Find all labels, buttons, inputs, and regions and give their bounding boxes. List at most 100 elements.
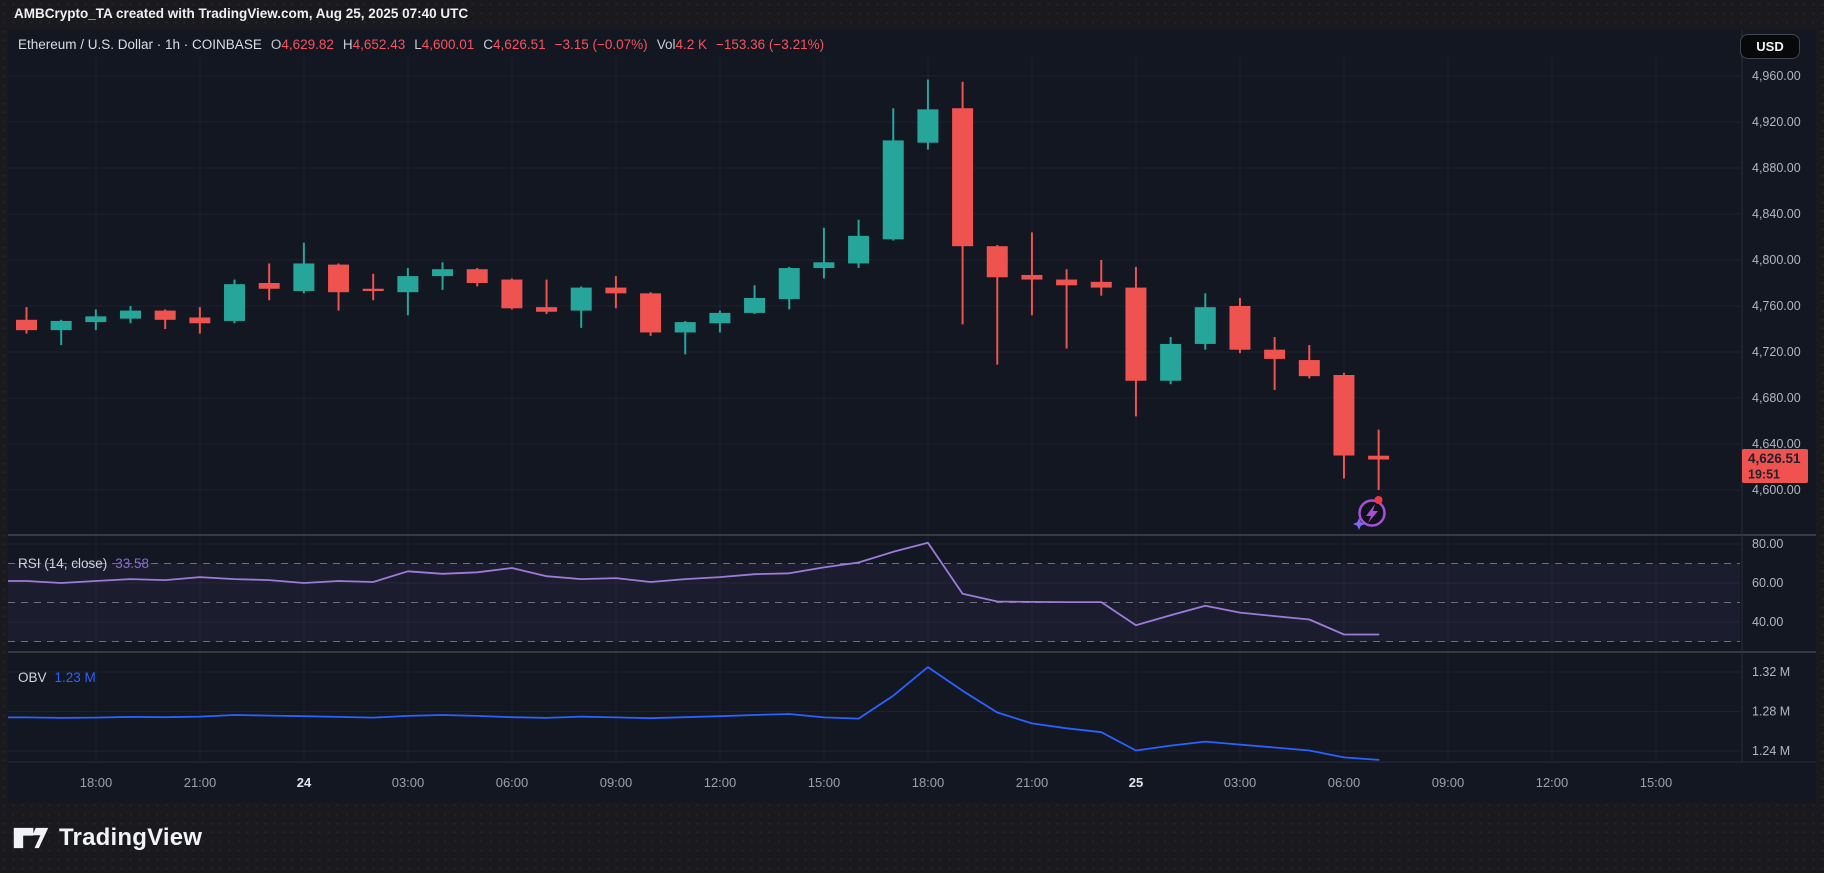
candle-body [813,262,834,268]
chart-frame: 4,960.00 4,920.00 4,880.00 4,840.00 4,800.00… [8,30,1816,802]
candle-body [675,322,696,332]
svg-text:03:00: 03:00 [392,775,425,790]
candle-body [917,109,938,142]
watermark-title: AMBCrypto_TA created with TradingView.co… [0,0,1824,28]
ohlc-open: O4,629.82 [271,37,334,52]
svg-text:RSI (14, close)33.58: RSI (14, close)33.58 [18,556,149,571]
chart-canvas[interactable]: 4,960.00 4,920.00 4,880.00 4,840.00 4,800.00… [8,30,1816,802]
candle-body [467,269,488,283]
candle-body [501,280,522,309]
grid-lines [8,58,1740,762]
svg-text:15:00: 15:00 [1640,775,1673,790]
svg-text:4,880.00: 4,880.00 [1752,161,1801,175]
svg-text:06:00: 06:00 [1328,775,1361,790]
tradingview-logo-text[interactable]: TradingView [59,824,202,852]
svg-text:1.32 M: 1.32 M [1752,665,1790,679]
svg-text:4,680.00: 4,680.00 [1752,391,1801,405]
candle-body [779,268,800,299]
candle-body [709,313,730,323]
svg-text:4,720.00: 4,720.00 [1752,345,1801,359]
candle-body [16,320,37,330]
candle-body [1229,306,1250,350]
svg-text:1.28 M: 1.28 M [1752,705,1790,719]
svg-text:4,960.00: 4,960.00 [1752,69,1801,83]
svg-text:21:00: 21:00 [184,775,217,790]
svg-text:4,626.51: 4,626.51 [1748,451,1801,466]
svg-text:4,760.00: 4,760.00 [1752,299,1801,313]
candle-body [1195,307,1216,344]
svg-text:15:00: 15:00 [808,775,841,790]
svg-text:24: 24 [297,775,312,790]
symbol-title[interactable]: Ethereum / U.S. Dollar · 1h · COINBASE [18,37,262,52]
candle-body [363,289,384,291]
candle-body [1091,282,1112,288]
candle-body [293,263,314,291]
candle-body [85,316,106,322]
candle-body [952,108,973,246]
svg-text:80.00: 80.00 [1752,537,1783,551]
tradingview-logo-icon [13,824,49,852]
candle-body [120,311,141,319]
volume: Vol4.2 K [657,37,707,52]
svg-text:4,800.00: 4,800.00 [1752,253,1801,267]
svg-text:12:00: 12:00 [704,775,737,790]
candle-body [536,307,557,312]
currency-toggle-button[interactable]: USD [1740,34,1800,59]
candle-body [1368,456,1389,460]
price-change: −3.15 (−0.07%) [555,37,648,52]
svg-text:09:00: 09:00 [1432,775,1465,790]
candle-body [1125,288,1146,381]
svg-text:09:00: 09:00 [600,775,633,790]
svg-text:4,640.00: 4,640.00 [1752,437,1801,451]
pane-separators [8,30,1816,762]
candle-body [848,236,869,264]
tradingview-logo-bar: TradingView [0,802,1824,873]
candle-body [987,246,1008,277]
candle-body [397,276,418,292]
candle-body [1056,280,1077,286]
svg-text:25: 25 [1129,775,1143,790]
volume-change: −153.36 (−3.21%) [716,37,824,52]
watermark-title-text: AMBCrypto_TA created with TradingView.co… [14,6,468,21]
svg-text:4,840.00: 4,840.00 [1752,207,1801,221]
candle-body [883,140,904,239]
ohlc-close: C4,626.51 [483,37,545,52]
svg-text:4,920.00: 4,920.00 [1752,115,1801,129]
rsi-axis[interactable]: 80.00 60.00 40.00 [1752,537,1783,629]
svg-text:21:00: 21:00 [1016,775,1049,790]
svg-text:60.00: 60.00 [1752,576,1783,590]
svg-text:06:00: 06:00 [496,775,529,790]
svg-text:18:00: 18:00 [912,775,945,790]
rsi-band [8,564,1740,642]
ohlc-low: L4,600.01 [414,37,474,52]
candle-body [51,321,72,330]
obv-pane-label: OBV1.23 M [18,670,96,685]
candle-body [605,288,626,294]
candle-body [432,269,453,276]
candle-body [1021,275,1042,280]
candle-body [744,298,765,313]
candlestick-series [16,79,1389,490]
svg-text:40.00: 40.00 [1752,615,1783,629]
candle-body [1264,350,1285,359]
symbol-info-bar: Ethereum / U.S. Dollar · 1h · COINBASE O… [18,37,824,52]
candle-body [1333,375,1354,456]
candle-body [189,318,210,324]
candle-body [571,288,592,311]
svg-text:4,600.00: 4,600.00 [1752,483,1801,497]
candle-body [1160,344,1181,381]
candle-body [259,283,280,289]
last-price-badge: 4,626.51 19:51 [1742,449,1808,483]
obv-line [8,667,1379,760]
obv-axis[interactable]: 1.32 M 1.28 M 1.24 M [1752,665,1790,758]
candle-body [328,265,349,293]
svg-text:OBV1.23 M: OBV1.23 M [18,670,96,685]
ohlc-high: H4,652.43 [343,37,405,52]
price-axis[interactable]: 4,960.00 4,920.00 4,880.00 4,840.00 4,800.00… [1752,69,1801,497]
candle-body [640,293,661,332]
candle-body [1299,360,1320,376]
time-axis[interactable]: 18:0021:002403:0006:0009:0012:0015:0018:… [80,775,1673,790]
svg-text:1.24 M: 1.24 M [1752,744,1790,758]
svg-text:19:51: 19:51 [1748,468,1780,482]
ai-sparkle-icon [1353,496,1385,530]
